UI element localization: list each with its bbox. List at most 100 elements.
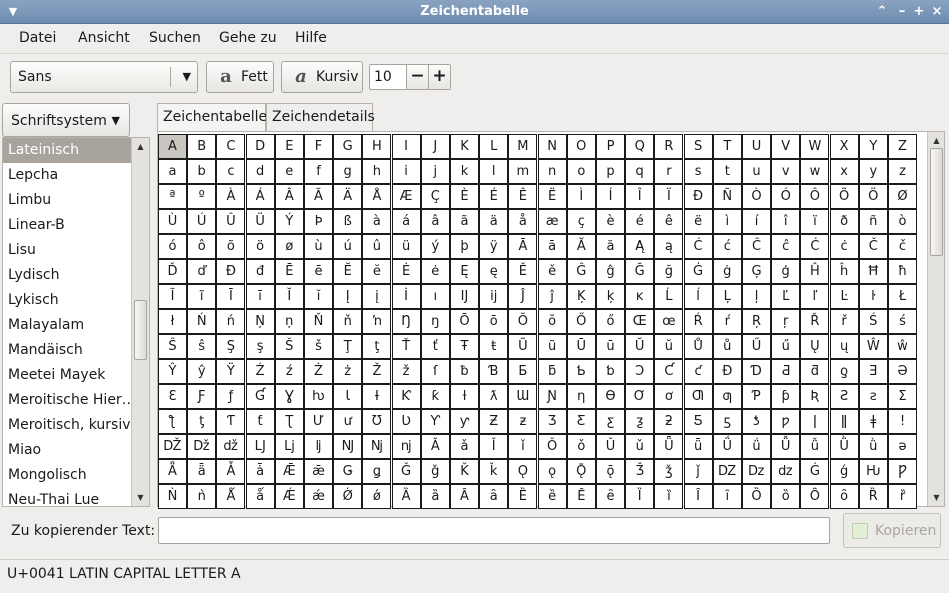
font-size-spinner[interactable]: 10 − + [369,64,451,90]
char-cell[interactable]: Ď [158,259,187,284]
char-cell[interactable]: á [391,209,421,234]
menu-datei[interactable]: Datei [19,30,56,46]
char-cell[interactable]: Ö [858,184,888,209]
char-cell[interactable]: ƛ [479,384,509,409]
char-cell[interactable]: Ã [304,184,333,209]
scroll-up-icon[interactable]: ▲ [134,140,147,153]
char-cell[interactable]: e [274,159,304,184]
char-cell[interactable]: Ǝ [858,359,888,384]
char-cell[interactable]: į [362,284,392,309]
char-cell[interactable]: ǵ [829,459,859,484]
char-cell[interactable]: Æ [391,184,421,209]
char-cell[interactable]: ƴ [450,409,479,434]
char-cell[interactable]: ō [479,309,509,334]
char-cell[interactable]: E [274,134,304,159]
char-cell[interactable]: Ƽ [683,409,713,434]
increment-button[interactable]: + [428,65,450,89]
char-cell[interactable]: J [420,134,450,159]
char-cell[interactable]: Â [274,184,304,209]
char-cell[interactable]: ƹ [596,409,625,434]
char-cell[interactable]: Ū [566,334,596,359]
char-cell[interactable]: ơ [654,384,684,409]
char-cell[interactable]: U [742,134,771,159]
char-cell[interactable]: ǹ [187,484,217,509]
char-cell[interactable]: ŋ [420,309,450,334]
char-cell[interactable]: Ā [508,234,538,259]
char-cell[interactable]: Ŵ [858,334,888,359]
char-cell[interactable]: Ň [304,309,333,334]
char-cell[interactable]: ã [450,209,479,234]
char-cell[interactable]: ĸ [625,284,655,309]
char-cell[interactable]: ǰ [683,459,713,484]
list-item[interactable]: Linear-B [3,213,131,238]
char-cell[interactable]: ė [420,259,450,284]
script-list[interactable]: Lateinisch Lepcha Limbu Linear-B Lisu Lydisch… [2,137,150,507]
char-cell[interactable]: Ǜ [829,434,859,459]
char-cell[interactable]: ǘ [742,434,771,459]
char-cell[interactable]: Ğ [625,259,655,284]
char-cell[interactable]: ŕ [712,309,742,334]
char-cell[interactable]: Ǿ [333,484,363,509]
char-cell[interactable]: s [683,159,713,184]
char-cell[interactable]: Ó [771,184,801,209]
char-cell[interactable]: Ǡ [216,459,246,484]
char-cell[interactable]: ƣ [712,384,742,409]
copy-button[interactable]: Kopieren [843,513,941,548]
char-cell[interactable]: ħ [888,259,917,284]
char-cell[interactable]: Þ [304,209,333,234]
char-cell[interactable]: Ü [245,209,275,234]
char-cell[interactable]: ŵ [888,334,917,359]
char-cell[interactable]: A [158,134,187,159]
char-cell[interactable]: ő [596,309,625,334]
char-cell[interactable]: Ģ [742,259,771,284]
char-cell[interactable]: Ɣ [274,384,304,409]
char-cell[interactable]: ć [712,234,742,259]
grid-scrollbar[interactable]: ▲ ▼ [927,132,944,506]
char-cell[interactable]: Ă [566,234,596,259]
char-cell[interactable]: É [479,184,509,209]
char-cell[interactable]: Ŝ [158,334,187,359]
char-cell[interactable]: ŉ [362,309,392,334]
char-cell[interactable]: ú [333,234,363,259]
char-cell[interactable]: î [771,209,801,234]
char-cell[interactable]: Ǥ [333,459,363,484]
char-cell[interactable]: ƺ [625,409,655,434]
char-cell[interactable]: Ŗ [742,309,771,334]
char-cell[interactable]: ś [888,309,917,334]
char-cell[interactable]: ƍ [829,359,859,384]
char-cell[interactable]: Ǒ [537,434,567,459]
char-cell[interactable]: Y [858,134,888,159]
char-cell[interactable]: Ę [450,259,479,284]
char-cell[interactable]: Ǩ [450,459,479,484]
char-cell[interactable]: ȇ [596,484,625,509]
char-cell[interactable]: Ĺ [654,284,684,309]
char-cell[interactable]: Ŋ [391,309,421,334]
list-item[interactable]: Mandäisch [3,338,131,363]
char-cell[interactable]: Ì [566,184,596,209]
char-cell[interactable]: ƿ [771,409,801,434]
char-cell[interactable]: G [333,134,363,159]
char-cell[interactable]: Í [596,184,625,209]
char-cell[interactable]: f [304,159,333,184]
char-cell[interactable]: ǐ [508,434,538,459]
char-cell[interactable]: ē [304,259,333,284]
char-cell[interactable]: ŷ [187,359,217,384]
char-cell[interactable]: ĳ [479,284,509,309]
grid-scroll-track[interactable]: ▲ ▼ [928,132,944,506]
char-cell[interactable]: ǃ [888,409,917,434]
char-cell[interactable]: Ñ [712,184,742,209]
char-cell[interactable]: ĺ [683,284,713,309]
char-cell[interactable]: Ĉ [742,234,771,259]
char-cell[interactable]: Ƒ [187,384,217,409]
char-cell[interactable]: P [596,134,625,159]
char-cell[interactable]: Ɛ [158,384,187,409]
char-cell[interactable]: Ż [304,359,333,384]
char-cell[interactable]: Ũ [508,334,538,359]
char-cell[interactable]: v [771,159,801,184]
char-cell[interactable]: ų [829,334,859,359]
char-cell[interactable]: ǔ [625,434,655,459]
font-family-combo[interactable]: Sans ▼ [10,61,198,93]
char-cell[interactable]: ǿ [362,484,392,509]
char-cell[interactable]: ư [333,409,363,434]
char-cell[interactable]: é [625,209,655,234]
